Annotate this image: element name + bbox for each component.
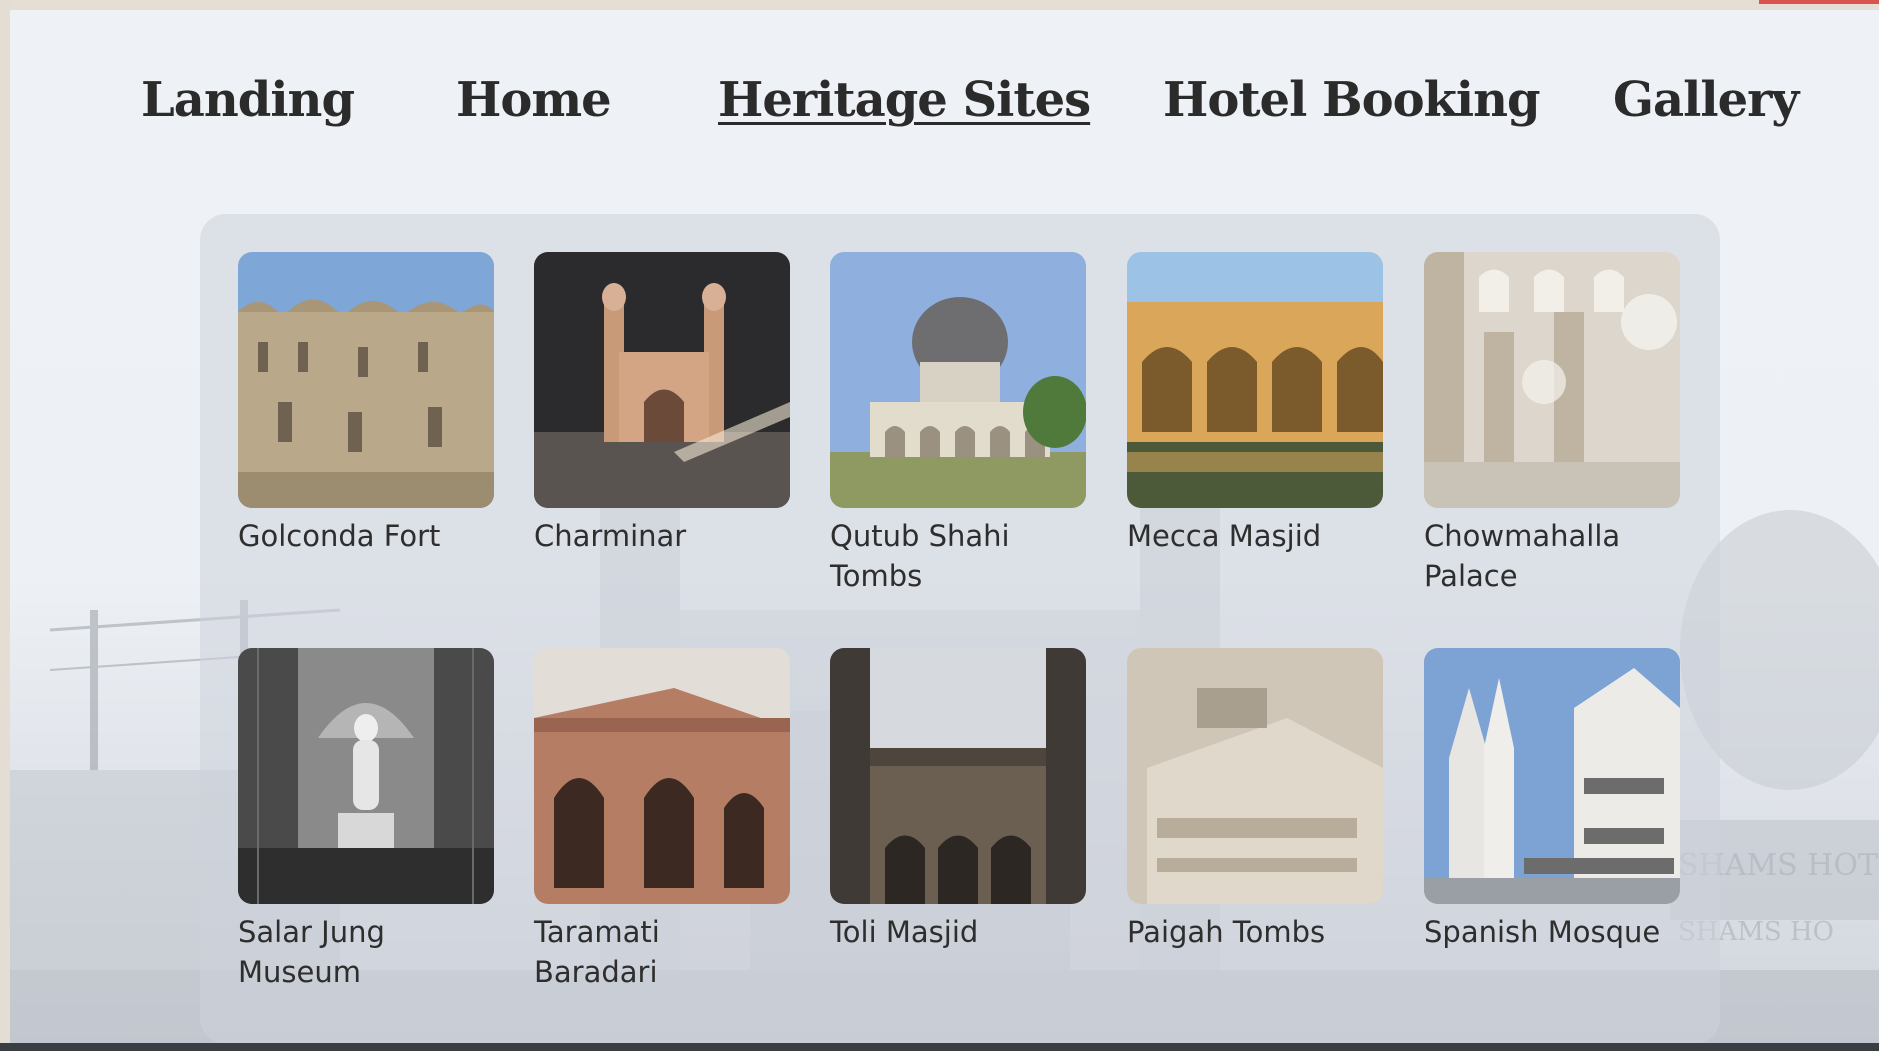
minarets-photo[interactable] (830, 648, 1086, 904)
site-name: Charminar (534, 519, 687, 553)
window-bottom-bar (0, 1043, 1879, 1051)
nav-gallery[interactable]: Gallery (1613, 72, 1799, 128)
site-name: Paigah Tombs (1127, 915, 1326, 949)
site-name: Spanish Mosque (1424, 915, 1661, 949)
site-name: Golconda Fort (238, 519, 441, 553)
tomb-dome-photo[interactable] (830, 252, 1086, 508)
site-card-taramati-baradari[interactable]: Taramati Baradari (534, 648, 790, 992)
page: SHAMS HOTEL SHAMS HO Landing Home Herita… (10, 10, 1879, 1043)
marble-tomb-photo[interactable] (1127, 648, 1383, 904)
mosque-arches-photo[interactable] (1127, 252, 1383, 508)
site-card-golconda-fort[interactable]: Golconda Fort (238, 252, 494, 556)
main-nav: Landing Home Heritage Sites Hotel Bookin… (10, 10, 1879, 180)
spires-photo[interactable] (1424, 648, 1680, 904)
site-name: Taramati Baradari (534, 915, 660, 989)
site-card-paigah-tombs[interactable]: Paigah Tombs (1127, 648, 1383, 952)
site-card-toli-masjid[interactable]: Toli Masjid (830, 648, 1086, 952)
pavilion-photo[interactable] (534, 648, 790, 904)
site-card-charminar[interactable]: Charminar (534, 252, 790, 556)
heritage-sites-grid: Golconda Fort Charminar Qutub Shahi Tomb… (200, 214, 1720, 1043)
window-left-border (0, 0, 10, 1051)
statue-photo[interactable] (238, 648, 494, 904)
site-name: Qutub Shahi Tombs (830, 519, 1010, 593)
charminar-photo[interactable] (534, 252, 790, 508)
site-name: Salar Jung Museum (238, 915, 385, 989)
site-name: Toli Masjid (830, 915, 979, 949)
window-top-border (0, 0, 1879, 10)
nav-landing[interactable]: Landing (141, 72, 355, 128)
nav-heritage-sites[interactable]: Heritage Sites (718, 72, 1091, 128)
nav-home[interactable]: Home (456, 72, 612, 128)
site-card-qutub-shahi-tombs[interactable]: Qutub Shahi Tombs (830, 252, 1086, 596)
nav-hotel-booking[interactable]: Hotel Booking (1163, 72, 1541, 128)
palace-hall-photo[interactable] (1424, 252, 1680, 508)
fort-photo[interactable] (238, 252, 494, 508)
site-name: Mecca Masjid (1127, 519, 1322, 553)
site-card-chowmahalla-palace[interactable]: Chowmahalla Palace (1424, 252, 1680, 596)
site-card-salar-jung-museum[interactable]: Salar Jung Museum (238, 648, 494, 992)
site-card-mecca-masjid[interactable]: Mecca Masjid (1127, 252, 1383, 556)
window-accent (1759, 0, 1879, 4)
site-card-spanish-mosque[interactable]: Spanish Mosque (1424, 648, 1680, 952)
site-name: Chowmahalla Palace (1424, 519, 1621, 593)
